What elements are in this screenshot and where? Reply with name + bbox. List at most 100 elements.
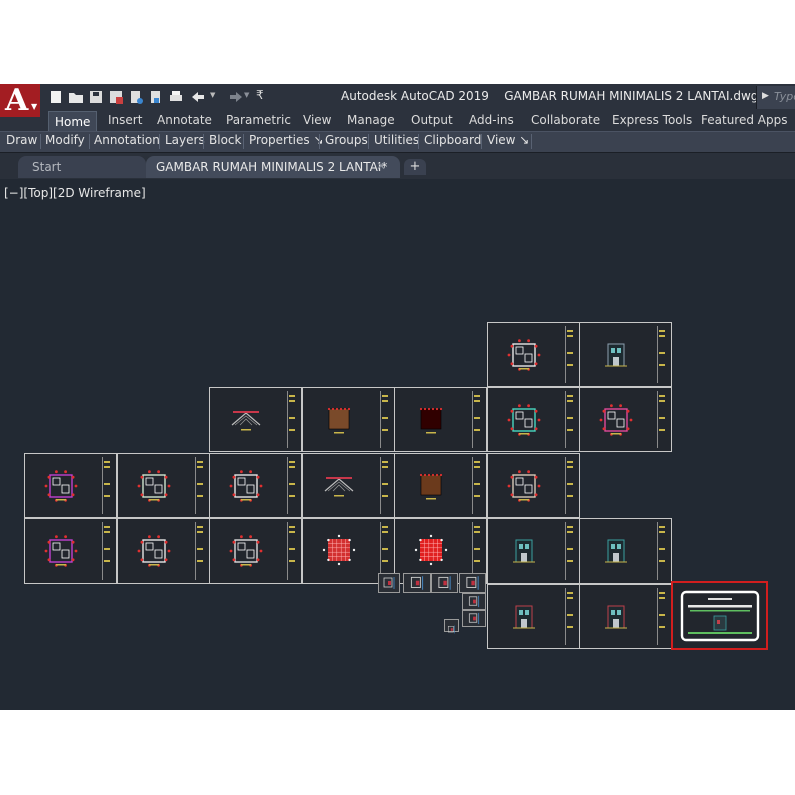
tab-featured-apps[interactable]: Featured Apps <box>701 113 787 127</box>
detail-thumbnail[interactable] <box>462 610 486 627</box>
title-block <box>657 588 667 645</box>
sheet-thumbnail <box>605 605 628 628</box>
tab-add-ins[interactable]: Add-ins <box>469 113 514 127</box>
panel-layers[interactable]: Layers <box>165 133 205 147</box>
panel-properties[interactable]: Properties ↘ <box>249 133 324 147</box>
drawing-sheet[interactable] <box>394 387 487 452</box>
open-web-icon[interactable] <box>128 89 144 105</box>
divider <box>40 134 41 149</box>
drawing-area[interactable] <box>0 178 795 710</box>
drawing-sheet[interactable] <box>302 453 395 518</box>
detail-thumbnail[interactable] <box>462 593 486 610</box>
drawing-sheet[interactable] <box>209 518 302 584</box>
ribbon-panels: Draw Modify Annotation Layers Block Prop… <box>0 131 795 152</box>
application-menu-button[interactable]: A ▼ <box>0 84 40 118</box>
drawing-sheet[interactable] <box>487 584 580 649</box>
detail-thumbnail[interactable] <box>378 573 400 593</box>
drawing-sheet[interactable] <box>24 518 117 584</box>
drawing-sheet[interactable] <box>487 322 580 387</box>
drawing-sheet[interactable] <box>671 581 768 650</box>
title-block <box>565 588 575 645</box>
detail-thumbnail[interactable] <box>459 573 486 593</box>
sheet-thumbnail <box>229 535 263 567</box>
sheet-thumbnail <box>325 476 354 496</box>
undo-icon[interactable] <box>190 89 210 105</box>
detail-thumbnail[interactable] <box>403 573 431 593</box>
drawing-sheet[interactable] <box>302 387 395 452</box>
title-block <box>195 457 205 514</box>
divider <box>203 134 204 149</box>
panel-modify[interactable]: Modify <box>45 133 85 147</box>
tab-insert[interactable]: Insert <box>108 113 142 127</box>
tab-parametric[interactable]: Parametric <box>226 113 291 127</box>
sheet-thumbnail <box>328 407 351 433</box>
detail-thumbnail[interactable] <box>431 573 458 593</box>
tab-collaborate[interactable]: Collaborate <box>531 113 600 127</box>
new-icon[interactable] <box>48 89 64 105</box>
viewport-controls[interactable]: [−][Top][2D Wireframe] <box>4 186 146 200</box>
file-tabs: Start GAMBAR RUMAH MINIMALIS 2 LANTAI* ✕… <box>0 152 795 179</box>
sheet-thumbnail <box>323 534 356 566</box>
tab-annotate[interactable]: Annotate <box>157 113 212 127</box>
chevron-down-icon[interactable]: ▼ <box>244 91 249 99</box>
title-block <box>380 391 390 448</box>
redo-icon[interactable] <box>224 89 244 105</box>
tab-start[interactable]: Start <box>18 156 146 178</box>
divider <box>481 134 482 149</box>
tab-manage[interactable]: Manage <box>347 113 395 127</box>
save-icon[interactable] <box>88 89 104 105</box>
panel-groups[interactable]: Groups <box>325 133 368 147</box>
chevron-right-icon[interactable]: ▶ <box>762 91 769 101</box>
tab-express-tools[interactable]: Express Tools <box>612 113 692 127</box>
save-web-icon[interactable] <box>148 89 164 105</box>
title-block <box>380 457 390 514</box>
panel-annotation[interactable]: Annotation <box>94 133 160 147</box>
drawing-sheet[interactable] <box>579 584 672 649</box>
divider <box>319 134 320 149</box>
sheet-thumbnail <box>415 534 448 566</box>
panel-clipboard[interactable]: Clipboard <box>424 133 481 147</box>
tab-view[interactable]: View <box>303 113 331 127</box>
search-box[interactable]: ▶ Type <box>756 86 795 109</box>
drawing-sheet[interactable] <box>487 387 580 452</box>
sheet-thumbnail <box>420 473 443 499</box>
customize-icon[interactable]: ₹ <box>256 88 264 102</box>
title-block <box>195 522 205 580</box>
drawing-sheet[interactable] <box>209 453 302 518</box>
title-block <box>287 522 297 580</box>
sheet-thumbnail <box>513 605 536 628</box>
panel-block[interactable]: Block <box>209 133 241 147</box>
drawing-sheet[interactable] <box>579 387 672 452</box>
drawing-sheet[interactable] <box>394 453 487 518</box>
close-icon[interactable]: ✕ <box>376 159 386 173</box>
panel-utilities[interactable]: Utilities <box>374 133 419 147</box>
panel-draw[interactable]: Draw <box>6 133 37 147</box>
sheet-thumbnail <box>420 407 443 433</box>
drawing-sheet[interactable] <box>487 518 580 584</box>
open-icon[interactable] <box>68 89 84 105</box>
sheet-thumbnail <box>507 403 541 436</box>
drawing-sheet[interactable] <box>579 322 672 387</box>
title-block <box>287 457 297 514</box>
drawing-sheet[interactable] <box>209 387 302 452</box>
tab-document[interactable]: GAMBAR RUMAH MINIMALIS 2 LANTAI* ✕ <box>146 156 400 178</box>
chevron-down-icon[interactable]: ▼ <box>210 91 215 99</box>
sheet-thumbnail <box>599 403 633 436</box>
tab-output[interactable]: Output <box>411 113 453 127</box>
drawing-sheet[interactable] <box>117 453 210 518</box>
title-block <box>565 326 575 383</box>
panel-view[interactable]: View ↘ <box>487 133 529 147</box>
drawing-sheet[interactable] <box>579 518 672 584</box>
title-block <box>657 391 667 448</box>
new-tab-button[interactable]: + <box>404 159 426 175</box>
save-as-icon[interactable] <box>108 89 124 105</box>
drawing-sheet[interactable] <box>117 518 210 584</box>
plot-icon[interactable] <box>168 89 184 105</box>
drawing-sheet[interactable] <box>24 453 117 518</box>
detail-thumbnail[interactable] <box>444 619 459 634</box>
divider <box>159 134 160 149</box>
tab-home[interactable]: Home <box>48 111 98 132</box>
title-block <box>472 522 482 580</box>
drawing-sheet[interactable] <box>487 453 580 518</box>
ribbon-tabs: Home Insert Annotate Parametric View Man… <box>0 111 795 132</box>
